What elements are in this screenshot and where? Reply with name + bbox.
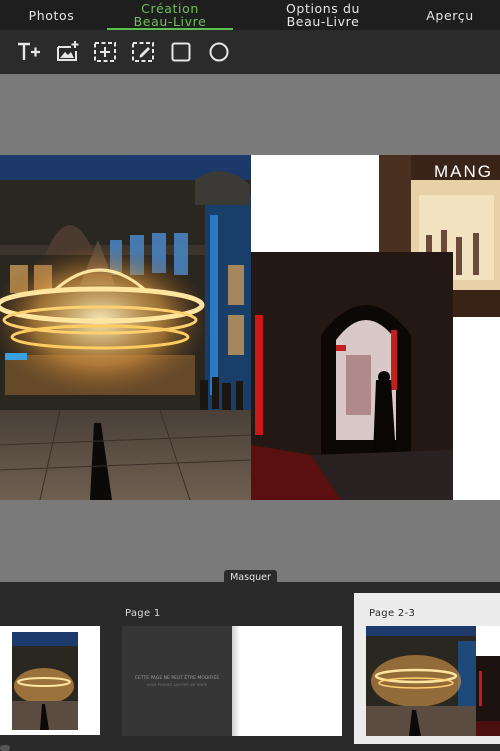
page-2-3-label: Page 2-3 [369,608,416,619]
tab-apercu[interactable]: Aperçu [400,0,500,30]
square-icon [171,42,191,62]
mango-sign-text: MANG [434,162,493,181]
page-1-cover-text-line2: VOUS POUVEZ AJOUTER UN TEXTE [146,683,208,687]
pages-scrollbar-thumb[interactable] [0,745,10,751]
cover-thumbnail-image [0,626,100,735]
top-navigation: Photos Création Beau-Livre Options du Be… [0,0,500,31]
page-1-cover-locked: CETTE PAGE NE PEUT ÊTRE MODIFIÉE VOUS PO… [122,626,232,736]
tab-apercu-label: Aperçu [426,7,474,23]
page-1-label: Page 1 [125,608,161,619]
add-text-button[interactable] [16,39,42,65]
hide-panel-button[interactable]: Masquer [224,570,277,584]
add-image-icon [57,41,79,61]
add-image-button[interactable] [55,39,81,65]
pages-scrollbar[interactable] [0,744,500,751]
add-text-icon [18,42,40,60]
circle-shape-button[interactable] [206,39,232,65]
tab-options-beau-livre[interactable]: Options du Beau-Livre [246,0,400,30]
thumbnail-page-1[interactable]: CETTE PAGE NE PEUT ÊTRE MODIFIÉE VOUS PO… [122,626,342,736]
add-frame-icon [94,42,116,62]
toolbar [0,30,500,74]
right-page-photos: MANG [251,155,500,500]
page-1-blank-page [232,626,342,736]
right-page[interactable]: MANG [251,155,500,500]
edit-frame-icon [132,42,154,62]
square-shape-button[interactable] [168,39,194,65]
tab-creation-beau-livre[interactable]: Création Beau-Livre [103,0,237,30]
add-frame-button[interactable] [92,39,118,65]
carousel-photo [0,155,251,500]
thumbnail-cover[interactable] [0,626,100,735]
tab-photos-label: Photos [28,7,75,23]
left-page-photo-carousel[interactable] [0,155,251,500]
thumbnail-page-2-3[interactable] [366,626,500,736]
edit-frame-button[interactable] [130,39,156,65]
tab-options-label: Options du Beau-Livre [285,1,361,29]
page-1-cover-text-line1: CETTE PAGE NE PEUT ÊTRE MODIFIÉE [134,676,220,681]
page-2-3-thumbnail-image [366,626,500,736]
circle-icon [209,42,229,62]
tab-creation-label: Création Beau-Livre [133,1,207,29]
hide-panel-label: Masquer [230,572,271,583]
tab-photos[interactable]: Photos [0,0,103,30]
